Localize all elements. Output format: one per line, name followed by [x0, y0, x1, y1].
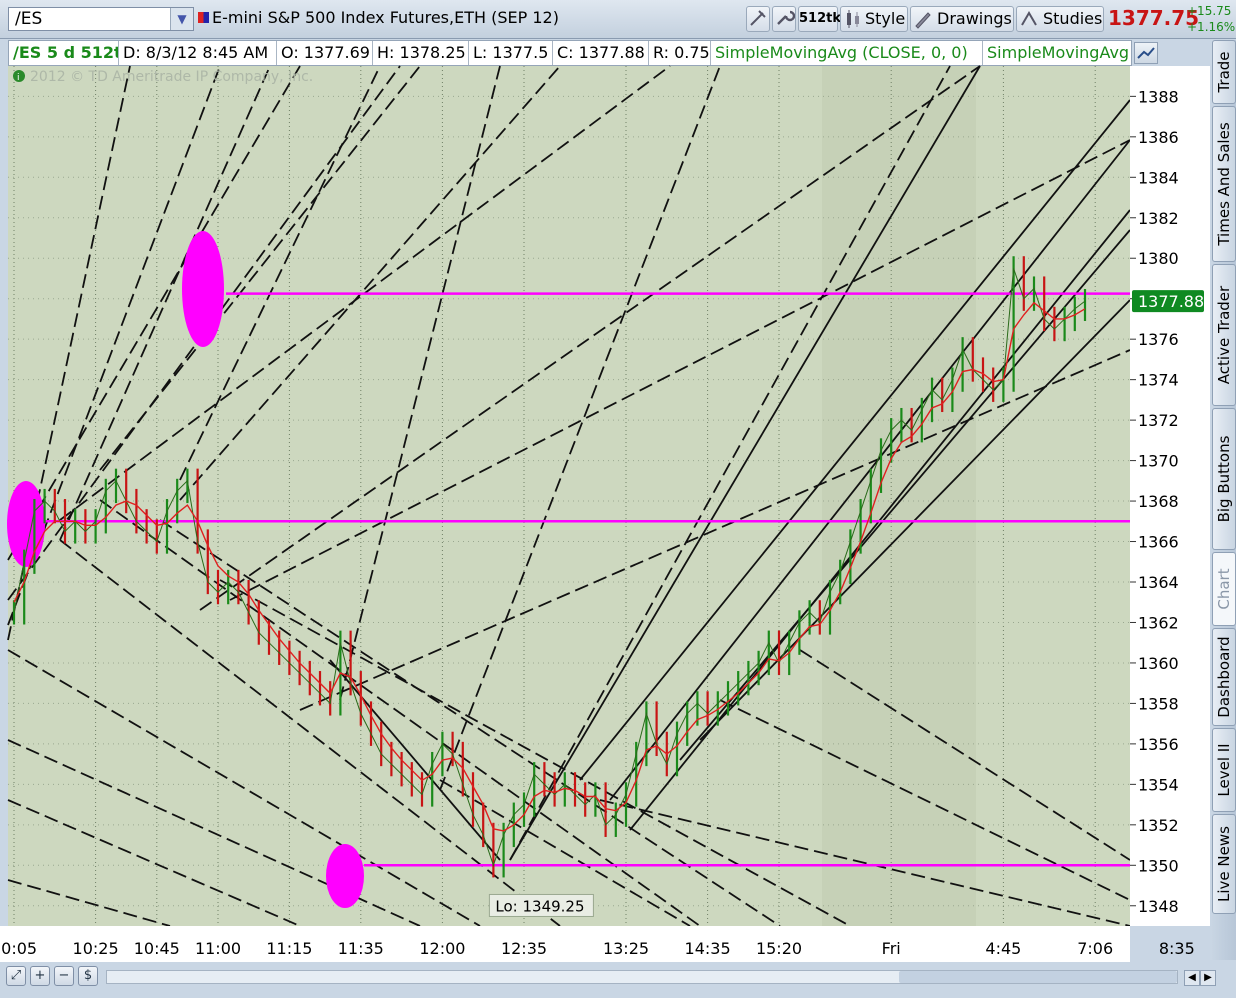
sidebar-tab-label: Times And Sales	[1215, 122, 1233, 246]
time-tick-label: 12:35	[501, 939, 547, 958]
price-tick-label: 1362	[1138, 613, 1179, 632]
price-tick-label: 1370	[1138, 452, 1179, 471]
price-tick-label: 1382	[1138, 209, 1179, 228]
price-tick-label: 1386	[1138, 128, 1179, 147]
time-tick-label: 13:25	[603, 939, 649, 958]
sidebar-tab-dashboard[interactable]: Dashboard	[1212, 628, 1236, 726]
bottom-controls: ⤢ + − $ ◀ ▶	[0, 962, 1236, 998]
expand-icon[interactable]: ⤢	[6, 966, 26, 986]
time-tick-label: 10:45	[134, 939, 180, 958]
price-tick-label: 1366	[1138, 533, 1179, 552]
info-icon-glyph: i	[17, 73, 20, 83]
price-tick-label: 1380	[1138, 249, 1179, 268]
price-scale-icon[interactable]: $	[78, 966, 98, 986]
sidebar-tab-level-ii[interactable]: Level II	[1212, 728, 1236, 812]
sidebar-tab-label: Level II	[1215, 743, 1233, 797]
scroll-left-icon[interactable]: ◀	[1184, 970, 1200, 986]
price-tick-label: 1376	[1138, 330, 1179, 349]
sidebar-tab-trade[interactable]: Trade	[1212, 40, 1236, 104]
time-scrollbar[interactable]	[106, 970, 1178, 984]
current-price-label: 1377.88	[1138, 292, 1204, 311]
price-tick-label: 1368	[1138, 492, 1179, 511]
price-tick-label: 1372	[1138, 411, 1179, 430]
price-tick-label: 1352	[1138, 816, 1179, 835]
level-marker-ellipse	[182, 231, 224, 347]
price-tick-label: 1350	[1138, 856, 1179, 875]
price-tick-label: 1364	[1138, 573, 1179, 592]
time-tick-label: 12:00	[419, 939, 465, 958]
price-tick-label: 1354	[1138, 775, 1179, 794]
time-tick-label: 14:35	[685, 939, 731, 958]
sidebar-tab-label: Trade	[1215, 51, 1233, 93]
sidebar-tab-live-news[interactable]: Live News	[1212, 814, 1236, 914]
sidebar-tab-label: Chart	[1215, 568, 1233, 610]
price-tick-label: 1358	[1138, 694, 1179, 713]
time-tick-label: 4:45	[985, 939, 1021, 958]
time-tick-label: Fri	[882, 939, 901, 958]
zoom-in-icon[interactable]: +	[30, 966, 50, 986]
price-chart[interactable]: 1348 1350 1352 1354 1356 1358 1360 1362 1364 1366…	[0, 0, 1210, 962]
time-tick-label: 10:05	[0, 939, 37, 958]
scrollbar-thumb[interactable]	[899, 971, 1177, 983]
time-tick-label: 8:35	[1159, 939, 1195, 958]
sidebar-tab-times-and-sales[interactable]: Times And Sales	[1212, 106, 1236, 262]
sidebar-tab-label: Big Buttons	[1215, 435, 1233, 523]
price-tick-label: 1388	[1138, 87, 1179, 106]
price-tick-label: 1374	[1138, 371, 1179, 390]
low-label: Lo: 1349.25	[495, 897, 584, 915]
scroll-right-icon[interactable]: ▶	[1200, 970, 1216, 986]
time-tick-label: 11:00	[195, 939, 241, 958]
copyright-text: 2012 © TD Ameritrade IP Company, Inc.	[30, 69, 313, 85]
price-tick-label: 1360	[1138, 654, 1179, 673]
time-tick-label: 7:06	[1077, 939, 1113, 958]
sidebar-tab-big-buttons[interactable]: Big Buttons	[1212, 408, 1236, 550]
level-marker-ellipse	[326, 844, 364, 908]
price-tick-label: 1348	[1138, 897, 1179, 916]
price-tick-label: 1384	[1138, 168, 1179, 187]
time-tick-label: 10:25	[73, 939, 119, 958]
right-sidebar: Trade Times And Sales Active Trader Big But…	[1212, 40, 1236, 960]
sidebar-tab-label: Active Trader	[1215, 285, 1233, 385]
sidebar-tab-active-trader[interactable]: Active Trader	[1212, 264, 1236, 406]
sidebar-tab-chart[interactable]: Chart	[1212, 552, 1236, 626]
zoom-out-icon[interactable]: −	[54, 966, 74, 986]
sidebar-tab-label: Live News	[1215, 826, 1233, 902]
price-tick-label: 1356	[1138, 735, 1179, 754]
time-tick-label: 11:15	[266, 939, 312, 958]
sidebar-tab-label: Dashboard	[1215, 636, 1233, 718]
time-tick-label: 15:20	[756, 939, 802, 958]
time-tick-label: 11:35	[338, 939, 384, 958]
